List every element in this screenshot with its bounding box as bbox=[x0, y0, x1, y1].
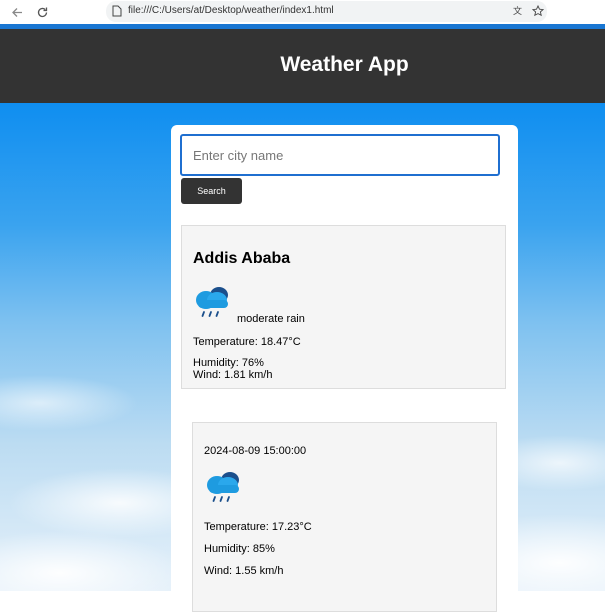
rain-cloud-icon bbox=[196, 287, 228, 317]
forecast-humidity: Humidity: 85% bbox=[204, 543, 275, 555]
weather-description: moderate rain bbox=[237, 313, 305, 325]
current-weather-panel: Addis Ababa moderate rain Temperature: 1… bbox=[181, 225, 506, 389]
forecast-temperature: Temperature: 17.23°C bbox=[204, 521, 312, 533]
app-title: Weather App bbox=[280, 53, 409, 76]
city-search-input[interactable] bbox=[180, 134, 500, 176]
svg-text:文: 文 bbox=[513, 5, 522, 17]
current-temperature: Temperature: 18.47°C bbox=[193, 336, 301, 348]
forecast-wind: Wind: 1.55 km/h bbox=[204, 565, 284, 577]
rain-cloud-icon bbox=[207, 472, 239, 502]
city-name: Addis Ababa bbox=[193, 250, 291, 267]
current-humidity: Humidity: 76% bbox=[193, 357, 264, 369]
address-bar[interactable]: file:///C:/Users/at/Desktop/weather/inde… bbox=[106, 1, 547, 22]
address-url[interactable]: file:///C:/Users/at/Desktop/weather/inde… bbox=[128, 5, 334, 16]
current-wind: Wind: 1.81 km/h bbox=[193, 369, 273, 381]
forecast-item: 2024-08-09 15:00:00 Temperature: 17.23°C… bbox=[192, 422, 497, 612]
reload-icon[interactable] bbox=[33, 3, 51, 21]
browser-toolbar: file:///C:/Users/at/Desktop/weather/inde… bbox=[0, 0, 605, 25]
app-header: Weather App bbox=[0, 29, 605, 103]
page-info-icon[interactable] bbox=[112, 5, 122, 20]
bookmark-star-icon[interactable] bbox=[531, 4, 545, 20]
translate-icon[interactable]: 文 bbox=[513, 5, 525, 20]
search-button[interactable]: Search bbox=[181, 178, 242, 204]
weather-card: Search Addis Ababa moderate rain Tempera… bbox=[171, 125, 518, 612]
back-arrow-icon[interactable] bbox=[8, 3, 26, 21]
forecast-datetime: 2024-08-09 15:00:00 bbox=[204, 445, 307, 457]
